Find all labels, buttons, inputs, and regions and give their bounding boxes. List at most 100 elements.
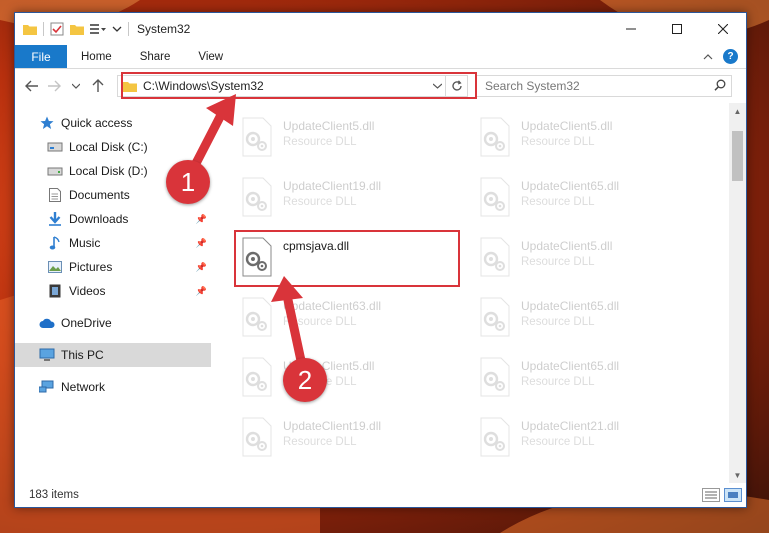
sidebar-item-music[interactable]: Music 📌 bbox=[15, 231, 211, 255]
pin-icon[interactable]: 📌 bbox=[196, 214, 207, 225]
file-name: UpdateClient5.dll bbox=[521, 239, 613, 253]
file-tile[interactable]: UpdateClient5.dllResource DLL bbox=[231, 353, 451, 409]
file-name: UpdateClient63.dll bbox=[283, 299, 382, 313]
sidebar-item-label: Videos bbox=[69, 284, 106, 298]
forward-button[interactable] bbox=[43, 75, 65, 97]
file-tile[interactable]: UpdateClient19.dll Resource DLL bbox=[231, 413, 451, 469]
file-tile[interactable]: UpdateClient65.dll Resource DLL bbox=[469, 173, 689, 229]
dll-file-icon bbox=[477, 297, 513, 337]
pin-icon[interactable]: 📌 bbox=[196, 286, 207, 297]
dll-file-icon bbox=[477, 237, 513, 277]
up-button[interactable] bbox=[87, 75, 109, 97]
minimize-icon bbox=[626, 28, 636, 30]
expand-ribbon-icon[interactable] bbox=[703, 53, 713, 61]
sidebar-item-label: Network bbox=[61, 380, 106, 394]
recent-locations-button[interactable] bbox=[65, 75, 87, 97]
search-box[interactable]: Search System32 bbox=[476, 75, 732, 97]
chevron-down-icon bbox=[72, 83, 80, 89]
sidebar-item-label: Local Disk (C:) bbox=[69, 140, 148, 154]
sidebar-item-pictures[interactable]: Pictures 📌 bbox=[15, 255, 211, 279]
window-controls bbox=[608, 13, 746, 45]
tab-view[interactable]: View bbox=[184, 45, 237, 68]
file-highlight-box bbox=[234, 230, 460, 287]
sidebar-item-quick-access[interactable]: Quick access bbox=[15, 111, 211, 135]
chevron-down-icon[interactable] bbox=[112, 24, 122, 34]
title-bar: System32 bbox=[15, 13, 746, 45]
file-name: UpdateClient65.dll bbox=[521, 299, 620, 313]
sidebar-item-onedrive[interactable]: OneDrive bbox=[15, 311, 211, 335]
file-tile[interactable]: UpdateClient5.dllResource DLL bbox=[469, 233, 689, 289]
music-icon bbox=[47, 235, 63, 251]
sidebar-item-label: Music bbox=[69, 236, 101, 250]
tab-home[interactable]: Home bbox=[67, 45, 126, 68]
large-icons-view-button[interactable] bbox=[724, 488, 742, 502]
tab-share[interactable]: Share bbox=[126, 45, 185, 68]
close-button[interactable] bbox=[700, 13, 746, 45]
sidebar-item-label: Downloads bbox=[69, 212, 129, 226]
search-placeholder[interactable]: Search System32 bbox=[485, 79, 709, 93]
file-tile[interactable]: UpdateClient21.dll Resource DLL bbox=[469, 413, 689, 469]
minimize-button[interactable] bbox=[608, 13, 654, 45]
file-tile[interactable]: UpdateClient65.dll Resource DLL bbox=[469, 293, 689, 349]
file-type: Resource DLL bbox=[521, 436, 595, 448]
file-type: Resource DLL bbox=[283, 196, 357, 208]
tab-file[interactable]: File bbox=[15, 45, 67, 68]
file-list: ▲ ▼ UpdateClient5.dll Resource DLL UpdateC… bbox=[211, 103, 746, 483]
maximize-button[interactable] bbox=[654, 13, 700, 45]
back-button[interactable] bbox=[21, 75, 43, 97]
sidebar-item-network[interactable]: Network bbox=[15, 375, 211, 399]
drive-icon bbox=[47, 163, 63, 179]
documents-icon bbox=[47, 187, 63, 203]
search-icon[interactable] bbox=[709, 79, 731, 94]
dll-file-icon bbox=[239, 177, 275, 217]
item-count: 183 items bbox=[29, 489, 79, 501]
status-bar: 183 items bbox=[15, 483, 746, 507]
dll-file-icon bbox=[477, 357, 513, 397]
download-icon bbox=[47, 211, 63, 227]
quick-access-toolbar bbox=[15, 13, 129, 45]
file-name: UpdateClient5.dll bbox=[283, 119, 375, 133]
close-icon bbox=[718, 24, 728, 34]
details-view-icon bbox=[705, 491, 717, 499]
step-2-badge: 2 bbox=[283, 358, 327, 402]
step-1-badge: 1 bbox=[166, 160, 210, 204]
folder-icon bbox=[23, 25, 37, 35]
file-tile[interactable]: UpdateClient65.dll Resource DLL bbox=[469, 353, 689, 409]
pin-icon[interactable]: 📌 bbox=[196, 238, 207, 249]
file-tile[interactable]: UpdateClient19.dll Resource DLL bbox=[231, 173, 451, 229]
maximize-icon bbox=[672, 24, 682, 34]
pin-icon[interactable]: 📌 bbox=[196, 262, 207, 273]
help-icon[interactable]: ? bbox=[723, 49, 738, 64]
sidebar-item-label: Documents bbox=[69, 188, 130, 202]
new-folder-icon[interactable] bbox=[70, 23, 84, 35]
details-view-button[interactable] bbox=[702, 488, 720, 502]
vertical-scrollbar[interactable]: ▲ ▼ bbox=[729, 103, 746, 483]
scroll-thumb[interactable] bbox=[732, 131, 743, 181]
drive-icon bbox=[47, 139, 63, 155]
ribbon-tabs: File Home Share View ? bbox=[15, 45, 746, 69]
scroll-up-icon[interactable]: ▲ bbox=[729, 103, 746, 119]
sidebar-item-label: OneDrive bbox=[61, 316, 112, 330]
properties-icon[interactable] bbox=[50, 22, 64, 36]
file-tile[interactable]: UpdateClient5.dllResource DLL bbox=[469, 113, 689, 169]
file-name: UpdateClient5.dll bbox=[521, 119, 613, 133]
ribbon-right-controls: ? bbox=[703, 49, 746, 64]
address-highlight-box bbox=[121, 72, 477, 99]
sidebar-item-videos[interactable]: Videos 📌 bbox=[15, 279, 211, 303]
file-tile[interactable]: UpdateClient5.dll Resource DLL bbox=[231, 113, 451, 169]
sidebar-item-this-pc[interactable]: This PC bbox=[15, 343, 211, 367]
file-type: Resource DLL bbox=[521, 196, 595, 208]
file-type: Resource DLL bbox=[521, 376, 595, 388]
main-area: Quick access Local Disk (C:) Local Disk … bbox=[15, 103, 746, 483]
pictures-icon bbox=[47, 259, 63, 275]
dll-file-icon bbox=[477, 177, 513, 217]
computer-icon bbox=[39, 347, 55, 363]
file-tile[interactable]: UpdateClient63.dll Resource DLL bbox=[231, 293, 451, 349]
file-type: Resource DLL bbox=[283, 136, 357, 148]
customize-toolbar-icon[interactable] bbox=[90, 23, 106, 35]
scroll-down-icon[interactable]: ▼ bbox=[729, 467, 746, 483]
sidebar-item-local-disk-c[interactable]: Local Disk (C:) bbox=[15, 135, 211, 159]
file-name: UpdateClient65.dll bbox=[521, 179, 620, 193]
sidebar-item-label: Quick access bbox=[61, 116, 133, 130]
sidebar-item-downloads[interactable]: Downloads 📌 bbox=[15, 207, 211, 231]
